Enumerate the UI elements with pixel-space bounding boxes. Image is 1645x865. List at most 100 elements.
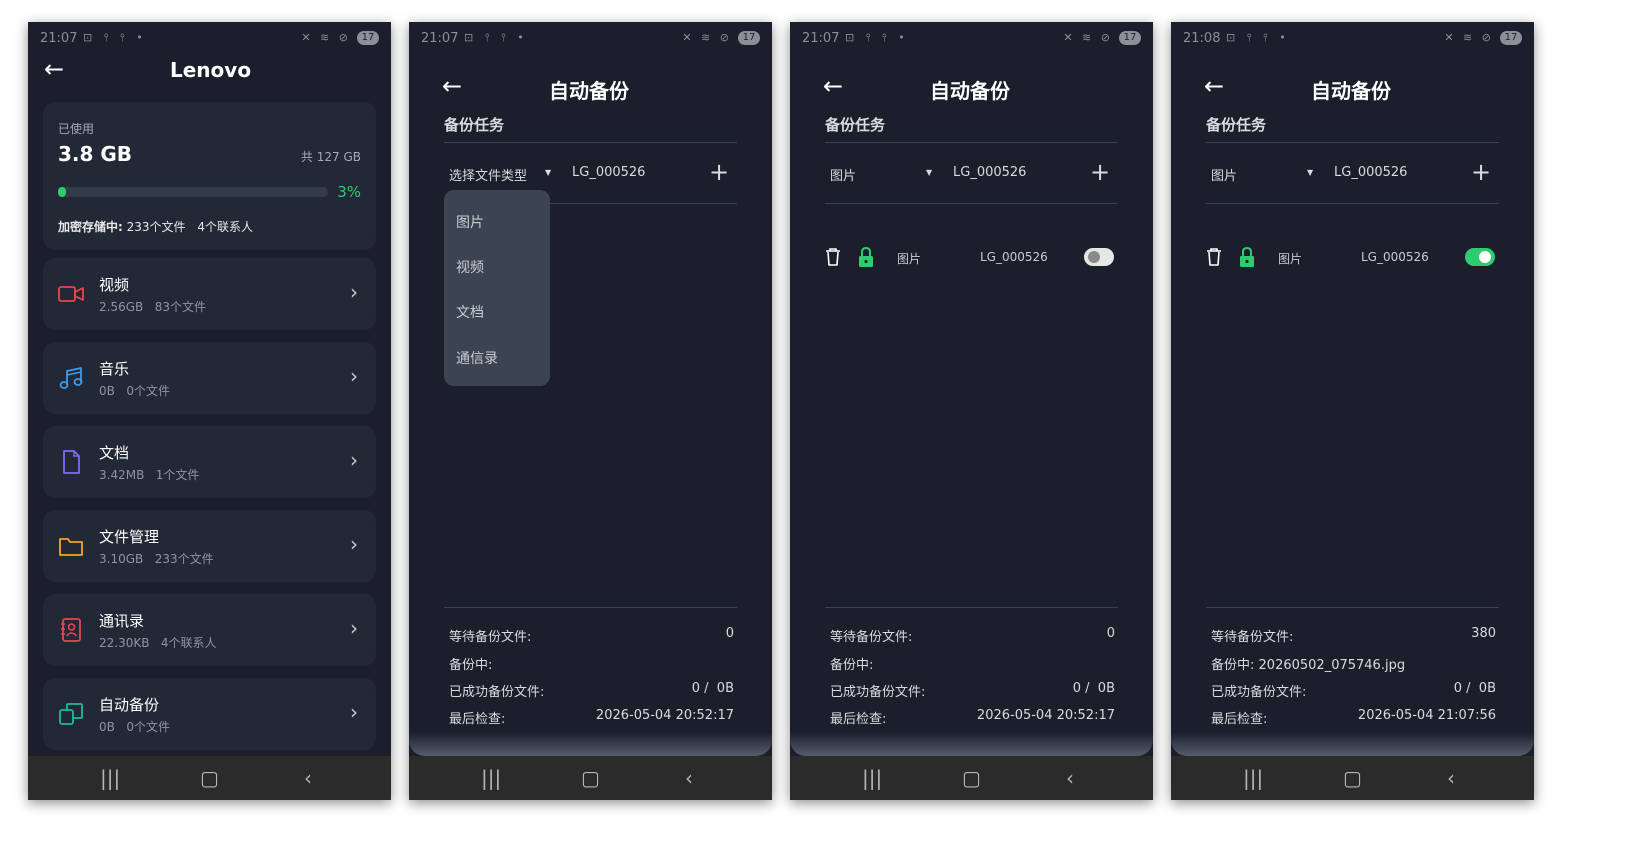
lock-icon[interactable] <box>857 246 875 268</box>
contacts-icon <box>61 618 81 642</box>
add-task-button[interactable]: + <box>1090 158 1110 186</box>
home-icon[interactable]: ▢ <box>581 766 600 790</box>
chevron-right-icon: › <box>350 364 358 388</box>
add-task-button[interactable]: + <box>1471 158 1491 186</box>
phone-screen-backup-task-on: 21:08 ⊡ ⫯ ⫯ • ✕ ≋ ⊘ 17 ← 自动备份 备份任务 图片 ▼ … <box>1171 22 1534 800</box>
page-title: 自动备份 <box>549 79 629 103</box>
backing-label: 备份中: <box>1211 658 1255 673</box>
task-file-type: 图片 <box>897 252 922 266</box>
last-check-label: 最后检查: <box>449 712 506 727</box>
back-arrow-icon[interactable]: ← <box>44 57 64 81</box>
phone-screen-storage: 21:07 ⊡ ⫯ ⫯ • ✕ ≋ ⊘ 17 ← Lenovo 已使用 3.8 … <box>28 22 391 800</box>
battery-icon: 17 <box>738 31 760 45</box>
dropdown-arrow-icon[interactable]: ▼ <box>926 168 932 177</box>
status-time: 21:07 <box>802 31 840 46</box>
divider <box>444 607 737 608</box>
category-item-documents[interactable]: 文档 3.42MB 1个文件 › <box>43 426 376 498</box>
category-item-video[interactable]: 视频 2.56GB 83个文件 › <box>43 258 376 330</box>
divider <box>825 203 1118 204</box>
battery-icon: 17 <box>1119 31 1141 45</box>
category-item-auto-backup[interactable]: 自动备份 0B 0个文件 › <box>43 678 376 750</box>
status-time: 21:08 <box>1183 31 1221 46</box>
success-value: 0 / 0B <box>1453 681 1496 696</box>
home-icon[interactable]: ▢ <box>200 766 219 790</box>
waiting-value: 380 <box>1471 626 1496 641</box>
category-name: 音乐 <box>99 360 130 378</box>
home-icon[interactable]: ▢ <box>962 766 981 790</box>
dropdown-option-documents[interactable]: 文档 <box>456 302 484 322</box>
category-size: 2.56GB <box>99 300 144 314</box>
nav-back-icon[interactable]: ‹ <box>1066 766 1074 790</box>
last-check-value: 2026-05-04 20:52:17 <box>595 708 734 723</box>
dropdown-option-contacts[interactable]: 通信录 <box>456 348 498 368</box>
recent-apps-icon[interactable]: ||| <box>100 766 120 790</box>
dropdown-arrow-icon[interactable]: ▼ <box>545 168 551 177</box>
encrypted-contacts: 4个联系人 <box>197 220 254 234</box>
category-item-file-manager[interactable]: 文件管理 3.10GB 233个文件 › <box>43 510 376 582</box>
dropdown-option-videos[interactable]: 视频 <box>456 257 484 277</box>
home-icon[interactable]: ▢ <box>1343 766 1362 790</box>
add-task-button[interactable]: + <box>709 158 729 186</box>
status-bar: 21:07 ⊡ ⫯ ⫯ • ✕ ≋ ⊘ 17 <box>28 22 391 56</box>
waiting-value: 0 <box>725 626 734 641</box>
trash-icon[interactable] <box>825 247 841 267</box>
battery-icon: 17 <box>357 31 379 45</box>
trash-icon[interactable] <box>1206 247 1222 267</box>
divider <box>825 607 1118 608</box>
dropdown-option-images[interactable]: 图片 <box>456 212 484 232</box>
file-type-dropdown-menu: 图片 视频 文档 通信录 <box>444 190 550 386</box>
music-icon <box>59 367 83 389</box>
category-item-music[interactable]: 音乐 0B 0个文件 › <box>43 342 376 414</box>
task-toggle-switch[interactable] <box>1084 248 1114 266</box>
back-arrow-icon[interactable]: ← <box>1204 74 1224 98</box>
lock-icon[interactable] <box>1238 246 1256 268</box>
device-name: LG_000526 <box>953 165 1027 180</box>
nav-back-icon[interactable]: ‹ <box>1447 766 1455 790</box>
chevron-right-icon: › <box>350 532 358 556</box>
status-time: 21:07 <box>40 31 78 46</box>
category-meta: 3.10GB 233个文件 <box>99 550 214 567</box>
nav-back-icon[interactable]: ‹ <box>304 766 312 790</box>
notification-icons: ⊡ ⫯ ⫯ • <box>845 31 909 44</box>
success-label: 已成功备份文件: <box>449 685 545 700</box>
chevron-right-icon: › <box>350 448 358 472</box>
document-icon <box>63 450 80 474</box>
task-toggle-switch[interactable] <box>1465 248 1495 266</box>
category-count: 1个文件 <box>155 468 200 482</box>
connectivity-icons: ✕ ≋ ⊘ <box>301 31 351 44</box>
page-title: Lenovo <box>170 58 252 82</box>
category-item-contacts[interactable]: 通讯录 22.30KB 4个联系人 › <box>43 594 376 666</box>
storage-progress-bar <box>58 187 328 197</box>
divider <box>1206 142 1499 143</box>
encrypted-summary: 加密存储中: 233个文件 4个联系人 <box>58 218 253 235</box>
backing-label: 备份中: <box>830 658 874 673</box>
file-type-select[interactable]: 图片 <box>830 165 856 184</box>
back-arrow-icon[interactable]: ← <box>823 74 843 98</box>
status-time: 21:07 <box>421 31 459 46</box>
used-label: 已使用 <box>58 122 95 136</box>
recent-apps-icon[interactable]: ||| <box>862 766 882 790</box>
recent-apps-icon[interactable]: ||| <box>1243 766 1263 790</box>
backing-filename: 20260502_075746.jpg <box>1258 658 1406 673</box>
system-nav-bar: ||| ▢ ‹ <box>28 756 391 800</box>
section-title: 备份任务 <box>825 116 886 134</box>
divider <box>444 142 737 143</box>
storage-progress-fill <box>58 187 67 197</box>
category-size: 0B <box>99 384 115 398</box>
dropdown-arrow-icon[interactable]: ▼ <box>1307 168 1313 177</box>
page-title: 自动备份 <box>1311 79 1391 103</box>
nav-back-icon[interactable]: ‹ <box>685 766 693 790</box>
recent-apps-icon[interactable]: ||| <box>481 766 501 790</box>
section-title: 备份任务 <box>1206 116 1267 134</box>
task-file-type: 图片 <box>1278 252 1303 266</box>
storage-summary-card: 已使用 3.8 GB 共 127 GB 3% 加密存储中: 233个文件 4个联… <box>43 102 376 250</box>
category-count: 233个文件 <box>154 552 214 566</box>
category-meta: 0B 0个文件 <box>99 718 170 735</box>
connectivity-icons: ✕ ≋ ⊘ <box>682 31 732 44</box>
last-check-value: 2026-05-04 20:52:17 <box>976 708 1115 723</box>
category-size: 3.10GB <box>99 552 144 566</box>
file-type-select[interactable]: 选择文件类型 <box>449 165 527 184</box>
back-arrow-icon[interactable]: ← <box>442 74 462 98</box>
category-name: 文档 <box>99 444 130 462</box>
file-type-select[interactable]: 图片 <box>1211 165 1237 184</box>
